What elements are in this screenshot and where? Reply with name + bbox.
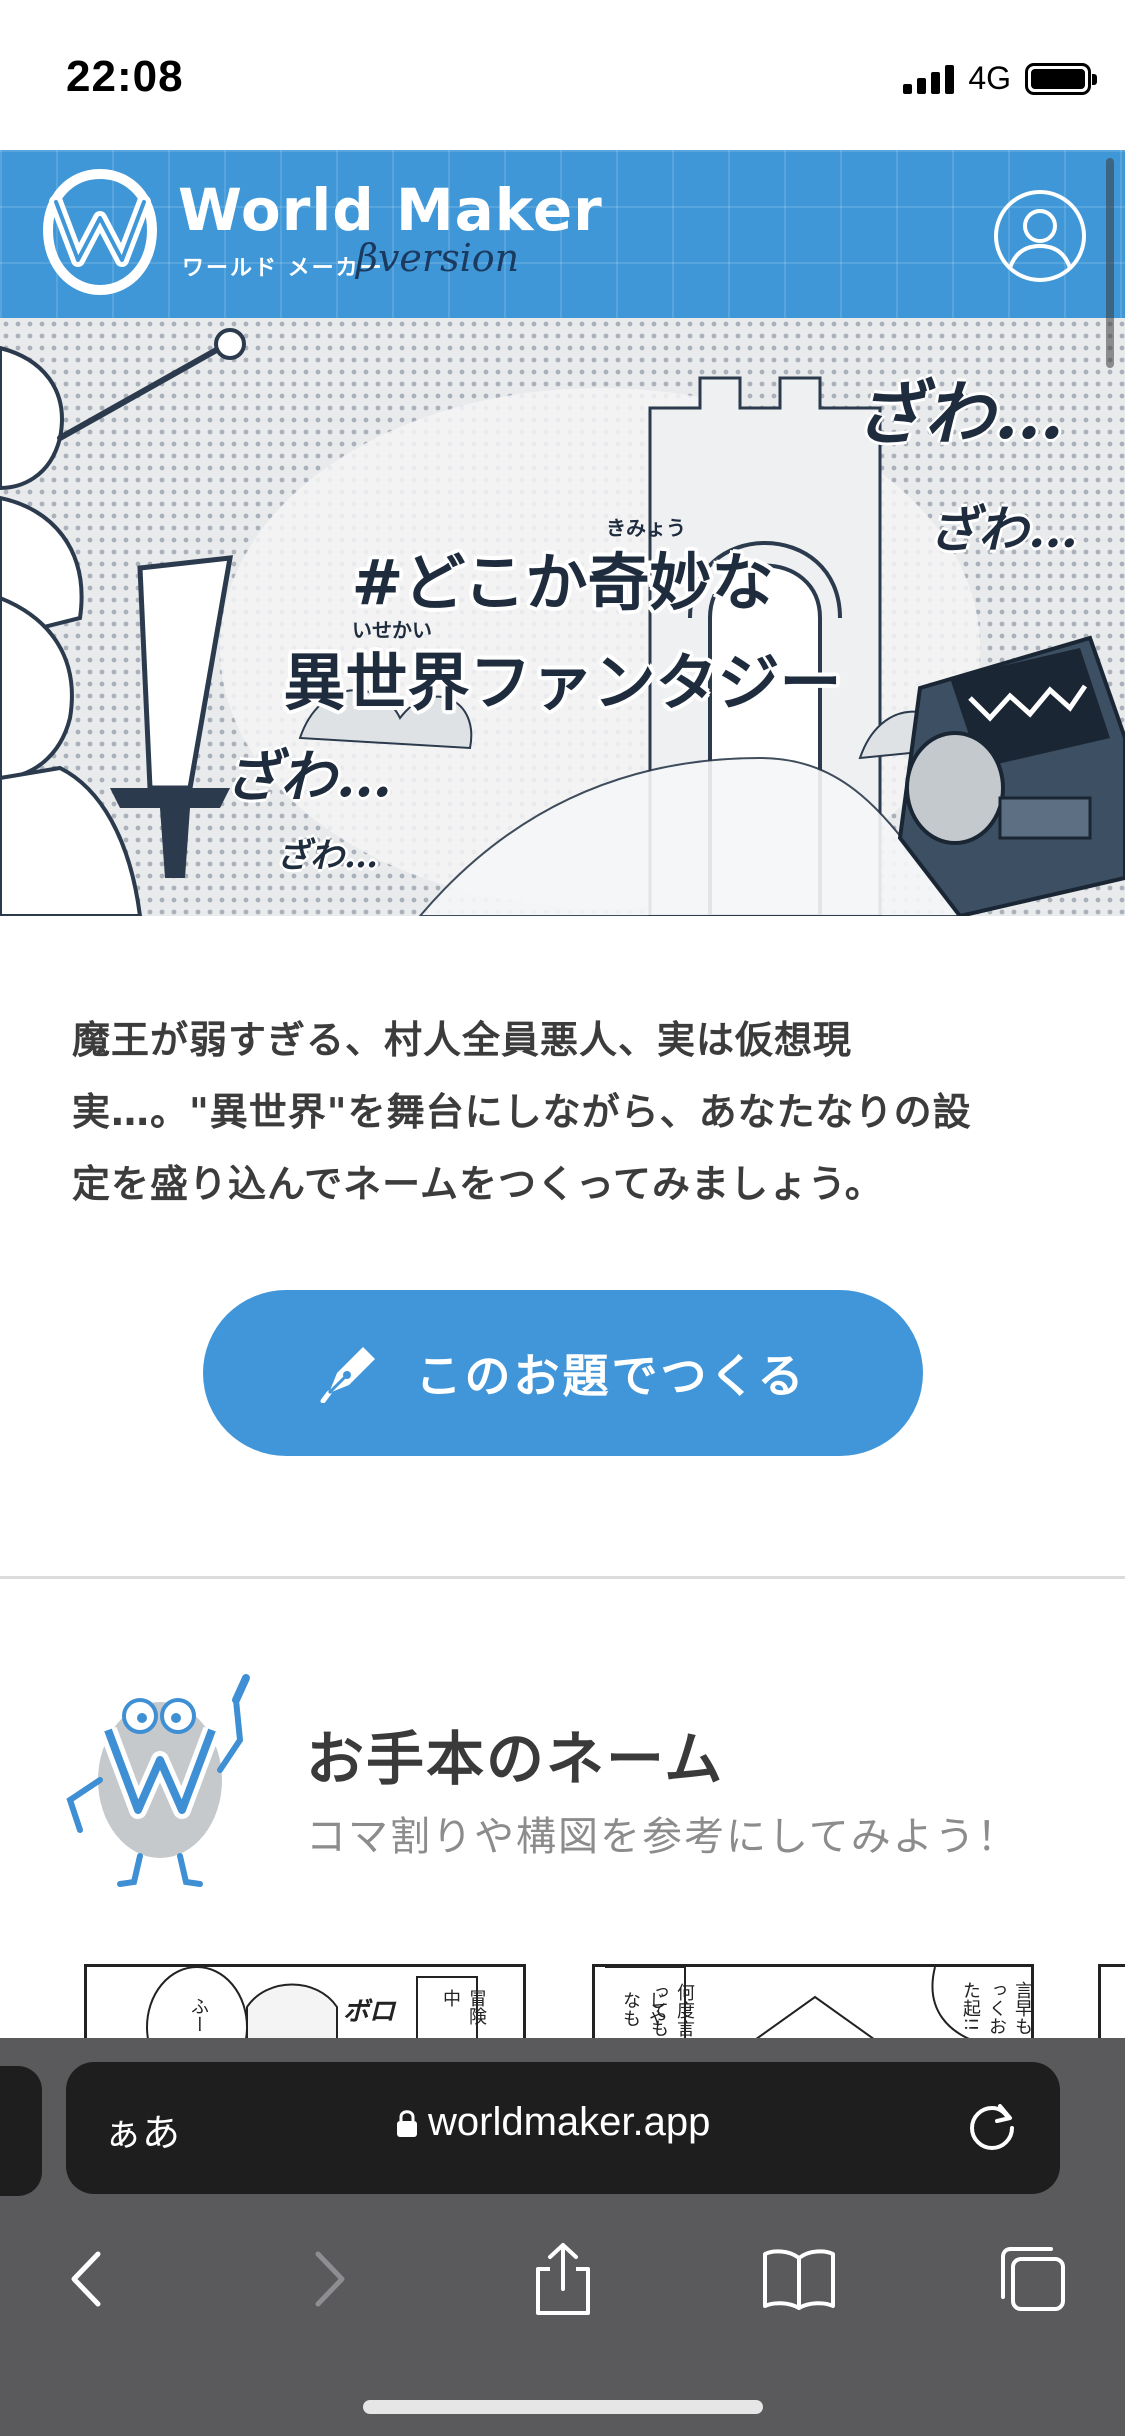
world-maker-logo-icon[interactable] xyxy=(42,168,158,296)
share-button[interactable] xyxy=(508,2224,618,2334)
status-icons: 4G xyxy=(903,60,1097,97)
page-settings-button[interactable]: ぁあ xyxy=(104,2102,180,2157)
sample-name-card-peek[interactable] xyxy=(1098,1964,1125,2044)
description-line: 定を盛り込んでネームをつくってみましょう。 xyxy=(72,1162,884,1206)
thumb-text: じやなも xyxy=(620,1991,667,2027)
account-button[interactable] xyxy=(994,190,1086,282)
logo-title[interactable]: World Maker xyxy=(178,176,603,244)
section-divider xyxy=(0,1576,1125,1579)
sample-name-card[interactable]: ふー ボロ 冒険中 xyxy=(84,1964,526,2044)
mascot-illustration xyxy=(66,1674,250,1887)
pen-nib-icon xyxy=(320,1347,376,1403)
url-display[interactable]: worldmaker.app xyxy=(396,2100,710,2145)
status-time: 22:08 xyxy=(66,52,184,101)
sfx-zawa: ざわ… xyxy=(928,500,1078,559)
forward-button[interactable] xyxy=(274,2224,384,2334)
lock-icon xyxy=(397,2109,417,2137)
previous-tab-peek[interactable] xyxy=(0,2066,42,2196)
thumb-text: 冒険中 xyxy=(440,1989,487,2025)
thumb-text: 言早もっくおた起!! xyxy=(960,1981,1033,2035)
tabs-button[interactable] xyxy=(978,2224,1088,2334)
site-header: World Maker ワールド メーカー βversion xyxy=(0,150,1125,318)
share-icon xyxy=(536,2243,590,2315)
forward-icon xyxy=(315,2251,345,2307)
theme-description: 魔王が弱すぎる、村人全員悪人、実は仮想現 実…。"異世界"を舞台にしながら、あな… xyxy=(72,1004,1062,1220)
description-line: 魔王が弱すぎる、村人全員悪人、実は仮想現 xyxy=(72,1018,853,1062)
back-button[interactable] xyxy=(32,2224,142,2334)
sfx-zawa: ざわ… xyxy=(224,744,392,810)
thumb-text: ふー xyxy=(188,1997,209,2033)
battery-icon xyxy=(1025,62,1097,95)
browser-bottom-bar: ぁあ worldmaker.app xyxy=(0,2038,1125,2436)
logo-subtitle: ワールド メーカー xyxy=(182,256,384,281)
user-icon xyxy=(1006,209,1074,277)
beta-label: βversion xyxy=(356,236,520,280)
thumb-text: ボロ xyxy=(343,1997,396,2027)
hero-banner[interactable]: きみょう #どこか奇妙な いせかい 異世界ファンタジー ざわ… ざわ… ざわ… … xyxy=(0,318,1125,916)
status-bar: 22:08 4G xyxy=(0,0,1125,150)
page-scrollbar[interactable] xyxy=(1106,158,1114,368)
sample-name-card[interactable]: 何度言っても じやなも 言早もっくおた起!! xyxy=(592,1964,1034,2044)
browser-toolbar xyxy=(0,2224,1125,2334)
back-icon xyxy=(71,2251,101,2307)
sfx-zawa: ざわ… xyxy=(854,372,1064,455)
sfx-zawa: ざわ… xyxy=(276,836,378,876)
tabs-icon xyxy=(1001,2247,1065,2311)
cta-label: このお題でつくる xyxy=(415,1349,807,1403)
section-title: お手本のネーム xyxy=(306,1725,725,1793)
network-type: 4G xyxy=(968,60,1011,96)
signal-icon xyxy=(903,64,955,94)
reload-icon[interactable] xyxy=(964,2100,1020,2156)
home-indicator[interactable] xyxy=(363,2400,763,2414)
bookmarks-button[interactable] xyxy=(744,2224,854,2334)
description-line: 実…。"異世界"を舞台にしながら、あなたなりの設 xyxy=(72,1090,972,1134)
create-with-theme-button[interactable]: このお題でつくる xyxy=(203,1290,923,1456)
section-subtitle: コマ割りや構図を参考にしてみよう！ xyxy=(306,1814,1019,1860)
bookmarks-icon xyxy=(763,2249,835,2310)
hero-title-line2: 異世界ファンタジー xyxy=(283,646,842,719)
url-text: worldmaker.app xyxy=(428,2100,711,2144)
address-bar[interactable]: ぁあ worldmaker.app xyxy=(66,2062,1060,2194)
